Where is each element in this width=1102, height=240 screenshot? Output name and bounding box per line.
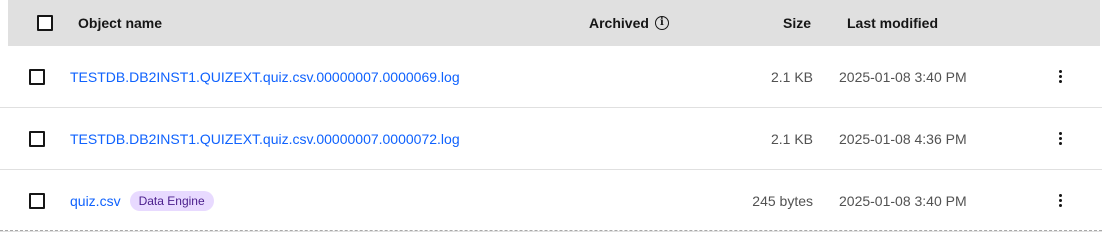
row-checkbox[interactable] <box>29 68 45 85</box>
header-last-modified[interactable]: Last modified <box>847 15 938 31</box>
overflow-menu-icon <box>1058 194 1062 207</box>
data-engine-tag: Data Engine <box>129 190 214 211</box>
header-last-modified-cell: Last modified <box>847 0 938 46</box>
table-header: Object name Archived i Size Last modifie… <box>8 0 1100 46</box>
table-row: TESTDB.DB2INST1.QUIZEXT.quiz.csv.0000000… <box>0 46 1102 108</box>
object-name-link[interactable]: TESTDB.DB2INST1.QUIZEXT.quiz.csv.0000000… <box>70 131 460 147</box>
overflow-menu-icon <box>1058 132 1062 145</box>
object-size: 245 bytes <box>752 192 813 209</box>
overflow-menu-button[interactable] <box>1050 170 1070 231</box>
header-size-cell: Size <box>783 0 811 46</box>
size-cell: 2.1 KB <box>771 46 813 107</box>
object-name-cell: TESTDB.DB2INST1.QUIZEXT.quiz.csv.0000000… <box>70 46 460 107</box>
objects-table: Object name Archived i Size Last modifie… <box>0 0 1102 232</box>
size-cell: 245 bytes <box>752 170 813 231</box>
row-select-cell <box>29 170 45 231</box>
header-object-name[interactable]: Object name <box>78 15 162 31</box>
last-modified-cell: 2025-01-08 3:40 PM <box>839 170 967 231</box>
info-icon[interactable]: i <box>654 16 669 30</box>
row-select-cell <box>29 46 45 107</box>
header-size[interactable]: Size <box>783 15 811 31</box>
overflow-menu-icon <box>1058 70 1062 83</box>
object-size: 2.1 KB <box>770 68 813 85</box>
object-last-modified: 2025-01-08 3:40 PM <box>839 192 967 209</box>
row-checkbox[interactable] <box>29 130 45 147</box>
row-select-cell <box>29 108 45 169</box>
header-object-name-cell: Object name <box>78 0 162 46</box>
object-name-link[interactable]: TESTDB.DB2INST1.QUIZEXT.quiz.csv.0000000… <box>70 69 460 85</box>
table-row: TESTDB.DB2INST1.QUIZEXT.quiz.csv.0000000… <box>0 108 1102 170</box>
size-cell: 2.1 KB <box>771 108 813 169</box>
header-archived: Archived <box>589 15 649 31</box>
object-size: 2.1 KB <box>770 130 813 147</box>
overflow-menu-button[interactable] <box>1050 46 1070 107</box>
select-all-checkbox[interactable] <box>37 15 53 31</box>
object-name-cell: quiz.csv Data Engine <box>70 170 214 231</box>
object-name-link[interactable]: quiz.csv <box>70 193 121 209</box>
row-checkbox[interactable] <box>29 192 45 209</box>
object-last-modified: 2025-01-08 4:36 PM <box>839 130 967 147</box>
select-all-cell <box>37 0 53 46</box>
table-row: quiz.csv Data Engine 245 bytes 2025-01-0… <box>0 170 1102 232</box>
object-name-cell: TESTDB.DB2INST1.QUIZEXT.quiz.csv.0000000… <box>70 108 460 169</box>
last-modified-cell: 2025-01-08 4:36 PM <box>839 108 967 169</box>
table-bottom-divider <box>0 230 1102 231</box>
overflow-menu-button[interactable] <box>1050 108 1070 169</box>
last-modified-cell: 2025-01-08 3:40 PM <box>839 46 967 107</box>
header-archived-cell: Archived i <box>589 0 669 46</box>
object-last-modified: 2025-01-08 3:40 PM <box>839 68 967 85</box>
